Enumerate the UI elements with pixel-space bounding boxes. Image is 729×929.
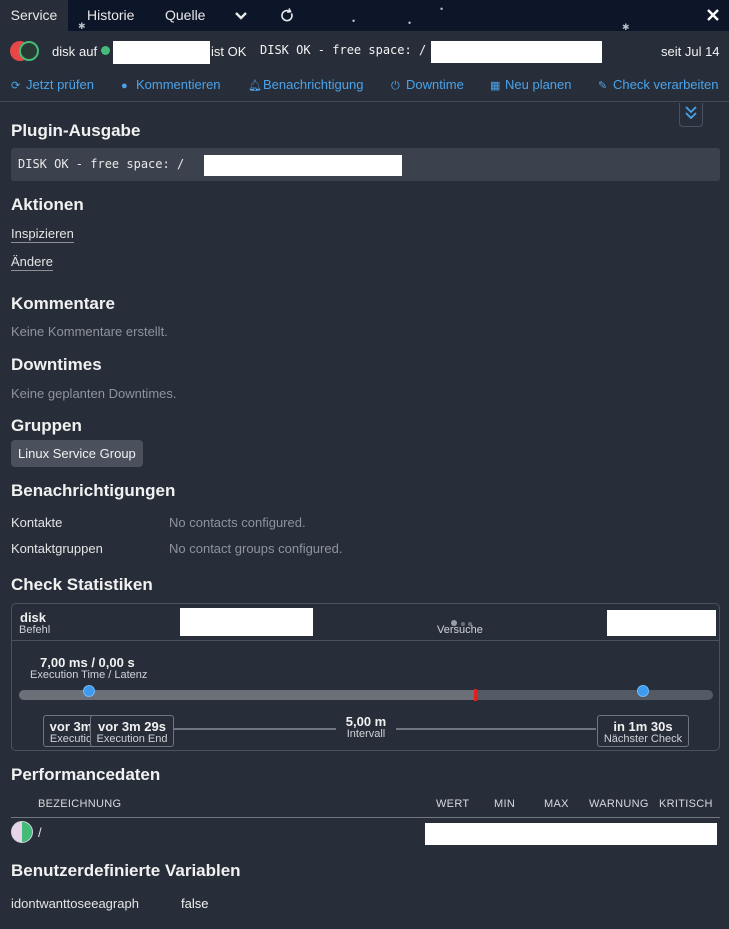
active-checks-toggle[interactable] — [10, 41, 40, 61]
contact-groups-value: No contact groups configured. — [169, 541, 343, 556]
plugin-output-text: DISK OK - free space: / — [18, 157, 185, 171]
command-name[interactable]: disk — [20, 610, 46, 625]
tab-history[interactable]: Historie — [87, 0, 134, 31]
section-title-plugin-output: Plugin-Ausgabe — [11, 121, 141, 140]
modify-link[interactable]: Ändere — [11, 254, 53, 271]
next-check-label: Nächster Check — [603, 733, 683, 745]
chevron-down-icon[interactable] — [233, 0, 249, 31]
custom-var-name: idontwanttoseeagraph — [11, 896, 139, 911]
check-timeline-track — [19, 690, 713, 700]
redacted-plugin-output — [204, 155, 402, 176]
column-value[interactable]: WERT — [436, 798, 469, 810]
comment-icon: ● — [121, 80, 128, 92]
tab-service[interactable]: Service — [0, 0, 68, 31]
group-tag[interactable]: Linux Service Group — [11, 440, 143, 467]
interval-label: Intervall — [346, 728, 386, 740]
timeline-now-marker — [474, 689, 477, 701]
star-decoration: • — [352, 16, 356, 26]
plugin-output-box: DISK OK - free space: / — [11, 148, 720, 181]
redacted-host — [113, 41, 210, 64]
section-title-perfdata: Performancedaten — [11, 765, 161, 784]
refresh-icon[interactable] — [280, 0, 294, 31]
column-name[interactable]: BEZEICHNUNG — [38, 798, 121, 810]
contacts-value: No contacts configured. — [169, 515, 306, 530]
column-warning[interactable]: WARNUNG — [589, 798, 649, 810]
double-chevron-down-icon[interactable] — [679, 103, 703, 127]
redacted-output — [431, 41, 602, 63]
header-output: DISK OK - free space: / — [260, 43, 427, 57]
execution-end-label: Execution End — [96, 733, 168, 745]
column-critical[interactable]: KRITISCH — [659, 798, 713, 810]
check-stats-header: disk Befehl Versuche — [12, 604, 719, 641]
comment-button[interactable]: ● Kommentieren — [121, 77, 221, 92]
comments-empty: Keine Kommentare erstellt. — [11, 324, 168, 339]
star-decoration: • — [440, 4, 444, 14]
next-check-value: in 1m 30s — [613, 719, 673, 734]
section-title-groups: Gruppen — [11, 416, 82, 435]
section-title-notifications: Benachrichtigungen — [11, 481, 176, 500]
section-title-comments: Kommentare — [11, 294, 115, 313]
calendar-icon: ▦ — [490, 80, 501, 92]
custom-var-value: false — [181, 896, 209, 911]
downtime-button[interactable]: ⏻ Downtime — [391, 77, 464, 93]
redacted-attempts — [607, 610, 716, 636]
section-title-downtimes: Downtimes — [11, 355, 102, 374]
service-name[interactable]: disk — [52, 44, 75, 59]
column-min[interactable]: MIN — [494, 798, 515, 810]
next-check-box: in 1m 30s Nächster Check — [597, 715, 689, 747]
section-title-actions: Aktionen — [11, 195, 84, 214]
plug-icon: ⏻ — [391, 80, 400, 92]
execution-start-marker[interactable] — [83, 685, 95, 697]
interval-box: 5,00 m Intervall — [336, 714, 396, 740]
tab-source[interactable]: Quelle — [165, 0, 205, 31]
contact-groups-label: Kontaktgruppen — [11, 541, 103, 556]
section-title-custom-vars: Benutzerdefinierte Variablen — [11, 861, 241, 880]
attempts-label: Versuche — [437, 624, 483, 636]
check-now-button[interactable]: ⟳ Jetzt prüfen — [11, 77, 94, 92]
next-check-marker[interactable] — [637, 685, 649, 697]
process-check-button[interactable]: ✎ Check verarbeiten — [598, 77, 719, 92]
contacts-label: Kontakte — [11, 515, 63, 530]
downtimes-empty: Keine geplanten Downtimes. — [11, 386, 177, 401]
reschedule-button[interactable]: ▦ Neu planen — [490, 77, 572, 92]
column-max[interactable]: MAX — [544, 798, 569, 810]
check-stats-panel: disk Befehl Versuche 7,00 ms / 0,00 s Ex… — [11, 603, 720, 751]
interval-value: 5,00 m — [345, 714, 387, 729]
execution-end-box: vor 3m 29s Execution End — [90, 715, 174, 747]
section-title-check-stats: Check Statistiken — [11, 575, 153, 594]
edit-icon: ✎ — [598, 80, 608, 92]
star-decoration: • — [408, 18, 412, 28]
execution-time-label: Execution Time / Latenz — [30, 669, 148, 681]
pie-chart-icon — [11, 821, 33, 843]
sync-icon: ⟳ — [11, 80, 21, 92]
close-icon[interactable] — [706, 0, 720, 31]
command-label: Befehl — [19, 624, 51, 636]
status-ok-dot — [101, 46, 110, 55]
redacted-command — [180, 608, 313, 636]
status-text: ist OK — [211, 44, 247, 59]
service-header: disk auf ist OK DISK OK - free space: / … — [0, 31, 729, 71]
redacted-perfdata — [425, 823, 717, 845]
inspect-link[interactable]: Inspizieren — [11, 226, 74, 243]
notification-button[interactable]: 🔔︎Benachrichtigung — [248, 77, 363, 92]
execution-time-value: 7,00 ms / 0,00 s — [40, 655, 135, 670]
action-bar: ⟳ Jetzt prüfen ● Kommentieren 🔔︎Benachrich… — [0, 71, 729, 102]
bell-icon: 🔔︎ — [248, 80, 262, 92]
service-auf: auf — [79, 44, 98, 59]
perfdata-row-label: / — [38, 825, 42, 840]
execution-end-value: vor 3m 29s — [98, 719, 166, 734]
perfdata-header-divider — [11, 817, 720, 818]
tab-bar: ✱ • • ✱ • Service Historie Quelle — [0, 0, 729, 32]
state-since: seit Jul 14 — [661, 44, 720, 59]
